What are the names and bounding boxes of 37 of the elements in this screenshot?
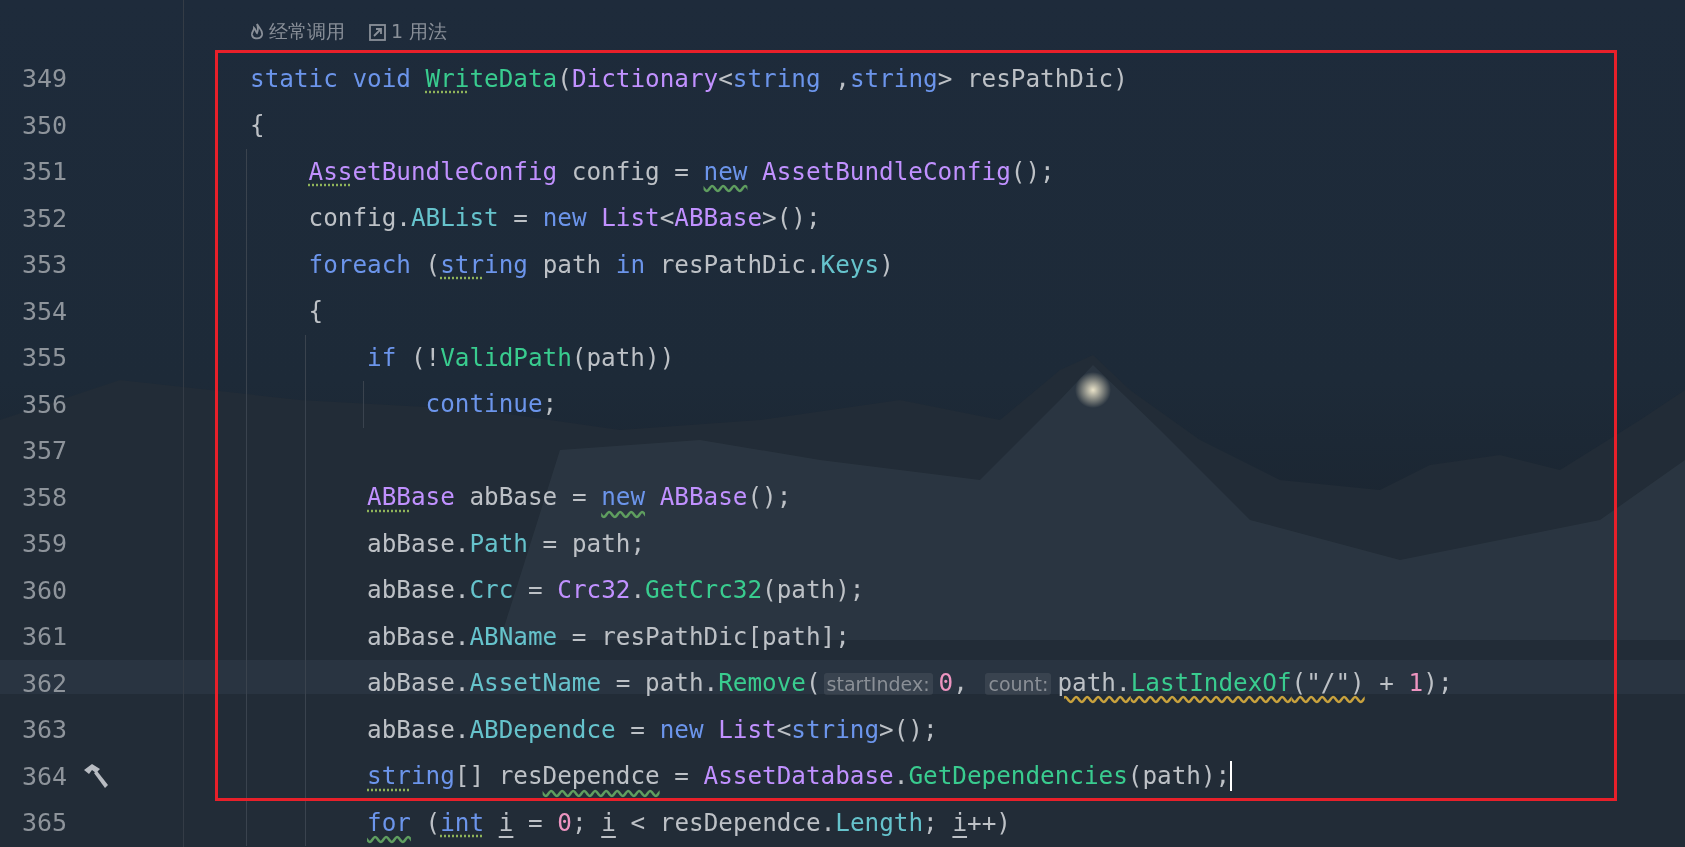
line-number: 355 [22,343,68,373]
code-line[interactable]: { [250,109,265,142]
line-number: 357 [22,436,68,466]
code-line[interactable]: abBase.ABName = resPathDic[path]; [367,620,850,653]
code-line[interactable]: ABBase abBase = new ABBase(); [367,481,792,514]
code-line[interactable]: AssetBundleConfig config = new AssetBundleConfig(); [308,155,1055,188]
line-number: 349 [22,64,68,94]
code-line[interactable]: config.ABList = new List<ABBase>(); [308,202,821,235]
code-line[interactable]: { [308,295,324,328]
code-line[interactable]: string[] resDependce = AssetDatabase.GetDependencies(path); [367,760,1231,793]
code-line[interactable]: abBase.Path = path; [367,527,645,560]
line-number: 356 [22,389,68,419]
line-number: 361 [22,622,68,652]
code-vision-hint[interactable]: 1 用法 [369,19,448,46]
line-number: 360 [22,575,68,605]
code-vision-hint[interactable]: 经常调用 [250,19,345,46]
line-number: 364 [22,761,68,791]
line-number: 365 [22,808,68,838]
line-number: 354 [22,296,68,326]
code-line[interactable]: abBase.Crc = Crc32.GetCrc32(path); [367,574,865,607]
code-line[interactable]: continue; [425,388,558,421]
line-number: 363 [22,715,68,745]
code-line[interactable]: static void WriteData(Dictionary<string ,string> resPathDic) [250,62,1128,95]
line-number: 358 [22,482,68,512]
line-number: 353 [22,250,68,280]
line-number: 351 [22,157,68,187]
line-number: 362 [22,668,68,698]
line-number: 350 [22,110,68,140]
line-number: 352 [22,203,68,233]
code-line[interactable]: abBase.ABDependce = new List<string>(); [367,713,938,746]
arrow-box-icon [369,23,386,41]
code-line[interactable]: for (int i = 0; i < resDependce.Length; i++) [367,806,1011,839]
code-line[interactable]: abBase.AssetName = path.Remove( startIndex: 0, count: path.LastIndexOf("/") + 1); [367,666,1453,700]
code-line[interactable]: if (!ValidPath(path)) [367,341,675,374]
code-line[interactable]: foreach (string path in resPathDic.Keys) [308,248,894,281]
flame-icon [250,23,264,42]
line-number: 359 [22,529,68,559]
